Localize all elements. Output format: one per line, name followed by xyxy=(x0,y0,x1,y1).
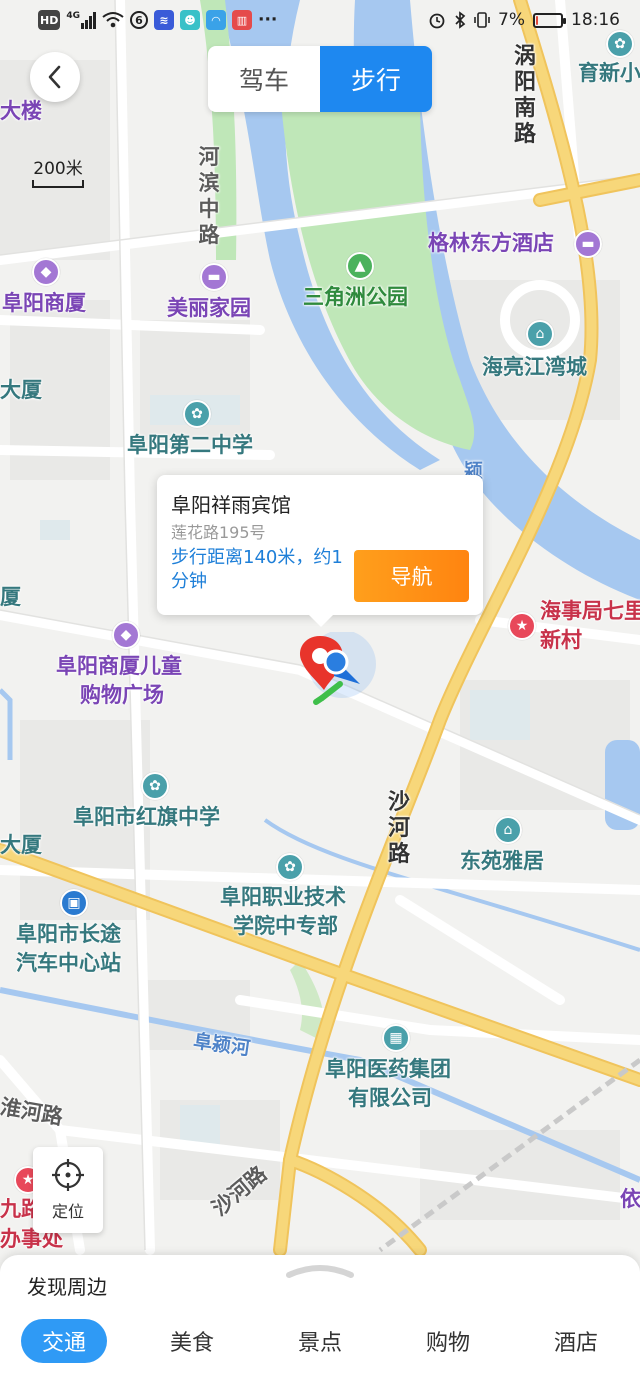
sheet-title: 发现周边 xyxy=(27,1275,107,1299)
school-icon[interactable]: ✿ xyxy=(183,400,211,428)
government-star-icon[interactable]: ★ xyxy=(508,612,536,640)
poi-label-sanjiaozhou[interactable]: 三角洲公园 xyxy=(303,284,408,310)
hotel-icon[interactable]: ▬ xyxy=(574,230,602,258)
poi-label-children-2[interactable]: 购物广场 xyxy=(80,682,164,708)
poi-label-hailiang[interactable]: 海亮江湾城 xyxy=(482,354,587,380)
app-notification-icon: 6 xyxy=(130,11,148,29)
place-info-popup[interactable]: 阜阳祥雨宾馆 莲花路195号 步行距离140米，约1分钟 导航 xyxy=(157,475,483,627)
current-position-dot xyxy=(323,649,349,675)
poi-label-haishi[interactable]: 海事局七里 xyxy=(540,598,640,624)
road-label-hebin: 河滨中路 xyxy=(198,145,220,247)
drive-mode-tab[interactable]: 驾车 xyxy=(208,46,320,112)
battery-level xyxy=(536,15,538,25)
poi-label-gelin[interactable]: 格林东方酒店 xyxy=(428,230,554,256)
place-address: 莲花路195号 xyxy=(171,523,266,542)
park-tree-icon[interactable]: ▲ xyxy=(346,252,374,280)
discover-nearby-sheet[interactable]: 发现周边 交通 美食 景点 购物 酒店 xyxy=(0,1255,640,1386)
battery-percent: 7% xyxy=(498,10,525,30)
road-label-shahe: 沙河路 xyxy=(387,790,410,867)
school-icon[interactable]: ✿ xyxy=(141,772,169,800)
poi-label-yiyao-1[interactable]: 阜阳医药集团 xyxy=(325,1056,451,1082)
poi-label-sha[interactable]: 厦 xyxy=(0,584,21,610)
clock: 18:16 xyxy=(571,10,620,30)
poi-label-changtu-2[interactable]: 汽车中心站 xyxy=(16,950,121,976)
navigate-button[interactable]: 导航 xyxy=(354,550,469,602)
walking-distance: 步行距离140米，约1分钟 xyxy=(171,547,343,592)
status-left-icons: HD 4G 6 ≋ ☻ ◠ ▥ ··· xyxy=(38,10,277,30)
poi-label-dongyuan[interactable]: 东苑雅居 xyxy=(460,848,544,874)
shopping-icon[interactable]: ◆ xyxy=(112,621,140,649)
walk-mode-tab[interactable]: 步行 xyxy=(320,46,432,112)
school-icon[interactable]: ✿ xyxy=(276,853,304,881)
sheet-handle-icon[interactable] xyxy=(285,1263,355,1279)
travel-mode-toggle[interactable]: 驾车 步行 xyxy=(208,46,432,112)
hd-icon: HD xyxy=(38,10,61,30)
wifi-icon xyxy=(102,12,124,28)
residence-icon[interactable]: ⌂ xyxy=(494,816,522,844)
locate-label: 定位 xyxy=(51,1202,84,1221)
office-building-icon[interactable]: ▦ xyxy=(382,1024,410,1052)
locate-button[interactable]: 定位 xyxy=(33,1147,103,1233)
poi-label-dasha[interactable]: 大厦 xyxy=(0,377,42,403)
shopping-icon[interactable]: ◆ xyxy=(32,258,60,286)
tab-shopping[interactable]: 购物 xyxy=(405,1319,491,1363)
poi-label-meili[interactable]: 美丽家园 xyxy=(167,295,251,321)
alarm-icon xyxy=(429,13,445,29)
back-button[interactable] xyxy=(30,52,80,102)
poi-label-shangsha[interactable]: 阜阳商厦 xyxy=(2,290,86,316)
status-bar: HD 4G 6 ≋ ☻ ◠ ▥ ··· 7% 18:16 xyxy=(0,0,640,44)
tab-transport[interactable]: 交通 xyxy=(21,1319,107,1363)
status-right-icons: 7% 18:16 xyxy=(428,10,620,30)
tab-food[interactable]: 美食 xyxy=(149,1319,235,1363)
place-title: 阜阳祥雨宾馆 xyxy=(171,493,291,517)
cellular-signal-icon: 4G xyxy=(66,11,96,29)
poi-label-yiyao-2[interactable]: 有限公司 xyxy=(348,1085,432,1111)
poi-label-xincun[interactable]: 新村 xyxy=(540,627,582,653)
app-notification-icon: ▥ xyxy=(232,10,252,30)
tab-attractions[interactable]: 景点 xyxy=(277,1319,363,1363)
app-notification-icon: ◠ xyxy=(206,10,226,30)
crosshair-icon xyxy=(52,1159,84,1191)
poi-label-dasha-2[interactable]: 大厦 xyxy=(0,832,42,858)
app-notification-icon: ≋ xyxy=(154,10,174,30)
poi-label-yuxin[interactable]: 育新小 xyxy=(578,60,640,86)
road-label-woyang: 涡阳南路 xyxy=(513,44,536,147)
map-scale: 200米 xyxy=(32,154,84,188)
tab-hotels[interactable]: 酒店 xyxy=(533,1319,619,1363)
more-notifications-icon: ··· xyxy=(258,10,278,30)
poi-label-changtu-1[interactable]: 阜阳市长途 xyxy=(16,921,121,947)
app-notification-icon: ☻ xyxy=(180,10,200,30)
poi-label-children-1[interactable]: 阜阳商厦儿童 xyxy=(56,653,182,679)
poi-label-erzhong[interactable]: 阜阳第二中学 xyxy=(127,432,253,458)
residence-icon[interactable]: ⌂ xyxy=(526,320,554,348)
poi-label-yi[interactable]: 依 xyxy=(620,1186,640,1212)
bus-icon[interactable]: ▣ xyxy=(60,889,88,917)
poi-label-zhiye-2[interactable]: 学院中专部 xyxy=(233,913,338,939)
chevron-left-icon xyxy=(48,65,61,89)
poi-label-zhiye-1[interactable]: 阜阳职业技术 xyxy=(220,884,346,910)
poi-label-dalou[interactable]: 大楼 xyxy=(0,98,42,124)
poi-label-hongqi[interactable]: 阜阳市红旗中学 xyxy=(73,804,220,830)
network-type-label: 4G xyxy=(66,11,80,21)
scale-bar xyxy=(32,180,84,188)
vibrate-icon xyxy=(474,12,490,28)
pin-tail-end xyxy=(313,695,325,705)
location-marker[interactable] xyxy=(290,632,380,712)
scale-label: 200米 xyxy=(33,159,83,179)
category-tabs: 交通 美食 景点 购物 酒店 xyxy=(0,1319,640,1369)
bluetooth-icon xyxy=(455,11,466,29)
battery-icon xyxy=(533,12,566,28)
hotel-icon[interactable]: ▬ xyxy=(200,263,228,291)
